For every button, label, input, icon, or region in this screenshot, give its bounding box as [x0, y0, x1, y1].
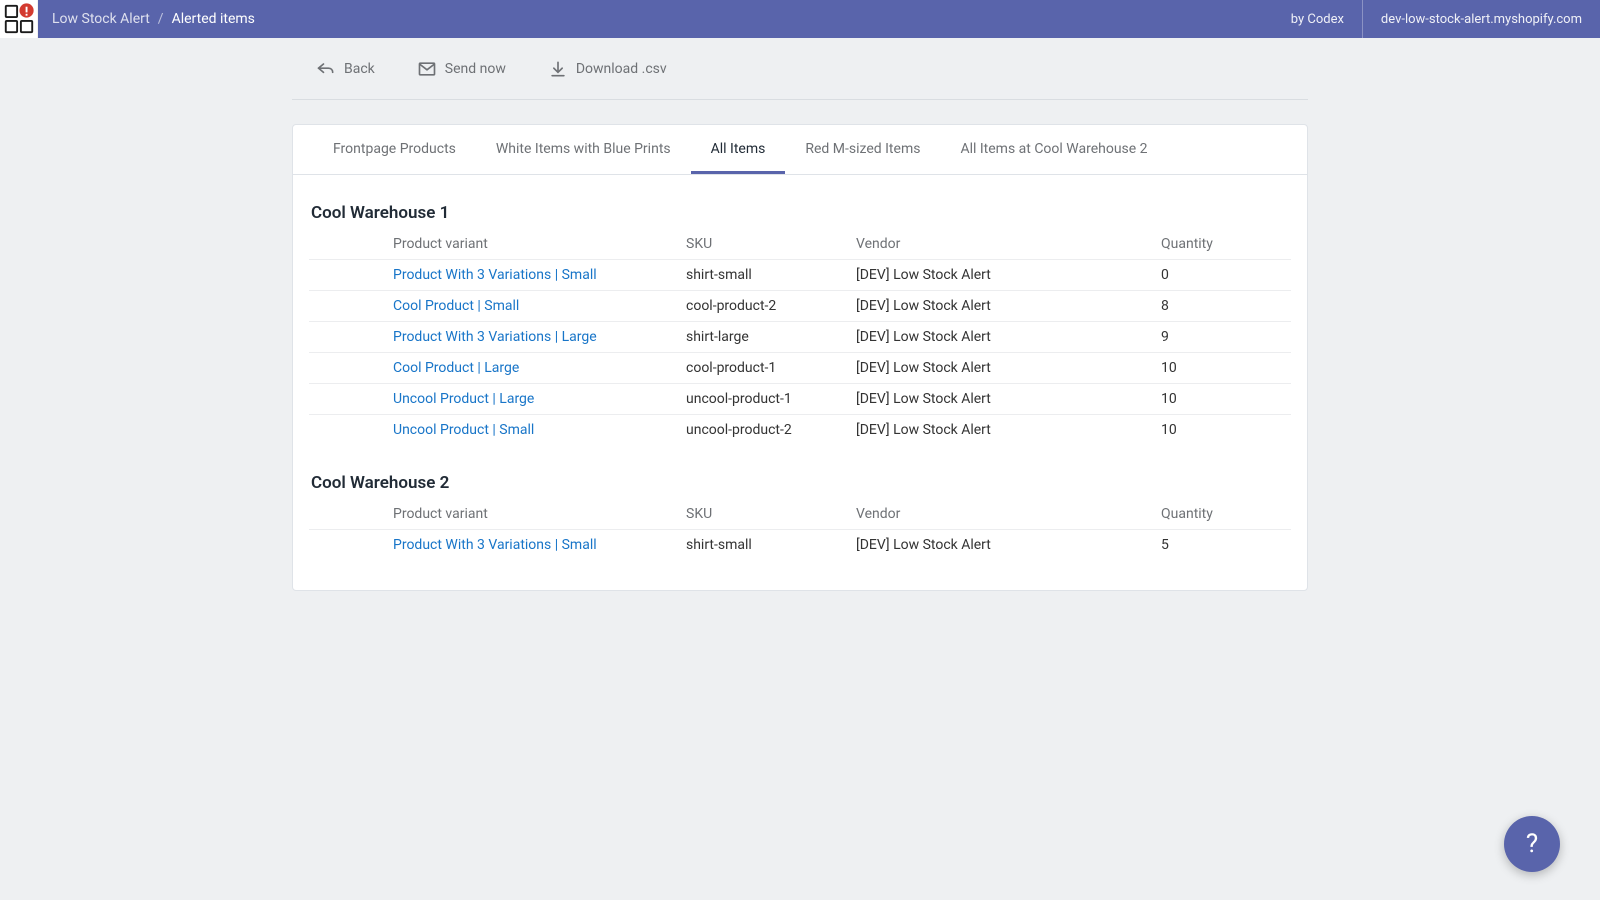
cell-spacer [309, 353, 389, 384]
back-button-label: Back [344, 61, 375, 77]
mail-icon [417, 59, 437, 79]
product-variant-link[interactable]: Product With 3 Variations | Small [389, 260, 682, 291]
col-vendor: Vendor [852, 499, 1157, 530]
cell-quantity: 5 [1157, 530, 1291, 561]
table-row: Cool Product | Smallcool-product-2[DEV] … [309, 291, 1291, 322]
cell-quantity: 8 [1157, 291, 1291, 322]
help-icon: ? [1526, 829, 1538, 859]
cell-quantity: 0 [1157, 260, 1291, 291]
table-row: Cool Product | Largecool-product-1[DEV] … [309, 353, 1291, 384]
cell-vendor: [DEV] Low Stock Alert [852, 322, 1157, 353]
product-variant-link[interactable]: Uncool Product | Large [389, 384, 682, 415]
product-variant-link[interactable]: Product With 3 Variations | Large [389, 322, 682, 353]
col-product-variant: Product variant [389, 229, 682, 260]
cell-sku: shirt-large [682, 322, 852, 353]
attribution[interactable]: by Codex [1273, 0, 1362, 38]
cell-spacer [309, 322, 389, 353]
tab-white-items-with-blue-prints[interactable]: White Items with Blue Prints [476, 125, 691, 174]
cell-quantity: 9 [1157, 322, 1291, 353]
alerted-items-body: Cool Warehouse 1Product variantSKUVendor… [293, 175, 1307, 590]
cell-vendor: [DEV] Low Stock Alert [852, 353, 1157, 384]
cell-sku: cool-product-1 [682, 353, 852, 384]
col-vendor: Vendor [852, 229, 1157, 260]
warehouse-title: Cool Warehouse 1 [309, 203, 1291, 229]
col-sku: SKU [682, 229, 852, 260]
cell-sku: uncool-product-2 [682, 415, 852, 446]
send-now-button[interactable]: Send now [417, 59, 506, 79]
cell-sku: cool-product-2 [682, 291, 852, 322]
cell-sku: shirt-small [682, 530, 852, 561]
tab-frontpage-products[interactable]: Frontpage Products [313, 125, 476, 174]
cell-vendor: [DEV] Low Stock Alert [852, 384, 1157, 415]
cell-sku: uncool-product-1 [682, 384, 852, 415]
cell-spacer [309, 415, 389, 446]
cell-vendor: [DEV] Low Stock Alert [852, 530, 1157, 561]
reply-arrow-icon [316, 59, 336, 79]
col-quantity: Quantity [1157, 229, 1291, 260]
col-sku: SKU [682, 499, 852, 530]
app-logo [0, 0, 38, 38]
cell-spacer [309, 384, 389, 415]
download-icon [548, 59, 568, 79]
boxes-alert-icon [2, 2, 36, 36]
breadcrumb-app[interactable]: Low Stock Alert [52, 11, 150, 27]
download-csv-button-label: Download .csv [576, 61, 667, 77]
alert-tabs: Frontpage ProductsWhite Items with Blue … [293, 125, 1307, 175]
tab-all-items-at-cool-warehouse-2[interactable]: All Items at Cool Warehouse 2 [940, 125, 1167, 174]
warehouse-title: Cool Warehouse 2 [309, 473, 1291, 499]
col-spacer [309, 499, 389, 530]
send-now-button-label: Send now [445, 61, 506, 77]
col-product-variant: Product variant [389, 499, 682, 530]
product-variant-link[interactable]: Cool Product | Small [389, 291, 682, 322]
download-csv-button[interactable]: Download .csv [548, 59, 667, 79]
cell-vendor: [DEV] Low Stock Alert [852, 260, 1157, 291]
cell-spacer [309, 530, 389, 561]
breadcrumb: Low Stock Alert / Alerted items [38, 11, 255, 27]
cell-spacer [309, 260, 389, 291]
inventory-table: Product variantSKUVendorQuantityProduct … [309, 229, 1291, 445]
table-row: Product With 3 Variations | Smallshirt-s… [309, 260, 1291, 291]
back-button[interactable]: Back [316, 59, 375, 79]
cell-spacer [309, 291, 389, 322]
table-row: Uncool Product | Smalluncool-product-2[D… [309, 415, 1291, 446]
tab-red-m-sized-items[interactable]: Red M-sized Items [785, 125, 940, 174]
help-button[interactable]: ? [1504, 816, 1560, 872]
table-row: Product With 3 Variations | Smallshirt-s… [309, 530, 1291, 561]
top-bar: Low Stock Alert / Alerted items by Codex… [0, 0, 1600, 38]
table-row: Product With 3 Variations | Largeshirt-l… [309, 322, 1291, 353]
breadcrumb-page: Alerted items [172, 11, 255, 27]
topbar-right: by Codex dev-low-stock-alert.myshopify.c… [1273, 0, 1600, 38]
breadcrumb-separator: / [158, 11, 164, 27]
page-container: Back Send now Download .csv Frontpage Pr… [292, 38, 1308, 591]
alerted-items-card: Frontpage ProductsWhite Items with Blue … [292, 124, 1308, 591]
tab-all-items[interactable]: All Items [691, 125, 786, 174]
cell-quantity: 10 [1157, 353, 1291, 384]
cell-vendor: [DEV] Low Stock Alert [852, 415, 1157, 446]
product-variant-link[interactable]: Product With 3 Variations | Small [389, 530, 682, 561]
table-row: Uncool Product | Largeuncool-product-1[D… [309, 384, 1291, 415]
product-variant-link[interactable]: Cool Product | Large [389, 353, 682, 384]
cell-vendor: [DEV] Low Stock Alert [852, 291, 1157, 322]
section-gap [309, 445, 1291, 473]
product-variant-link[interactable]: Uncool Product | Small [389, 415, 682, 446]
col-quantity: Quantity [1157, 499, 1291, 530]
table-header-row: Product variantSKUVendorQuantity [309, 229, 1291, 260]
shop-domain[interactable]: dev-low-stock-alert.myshopify.com [1362, 0, 1600, 38]
col-spacer [309, 229, 389, 260]
page-toolbar: Back Send now Download .csv [292, 38, 1308, 100]
cell-sku: shirt-small [682, 260, 852, 291]
table-header-row: Product variantSKUVendorQuantity [309, 499, 1291, 530]
cell-quantity: 10 [1157, 384, 1291, 415]
cell-quantity: 10 [1157, 415, 1291, 446]
inventory-table: Product variantSKUVendorQuantityProduct … [309, 499, 1291, 560]
